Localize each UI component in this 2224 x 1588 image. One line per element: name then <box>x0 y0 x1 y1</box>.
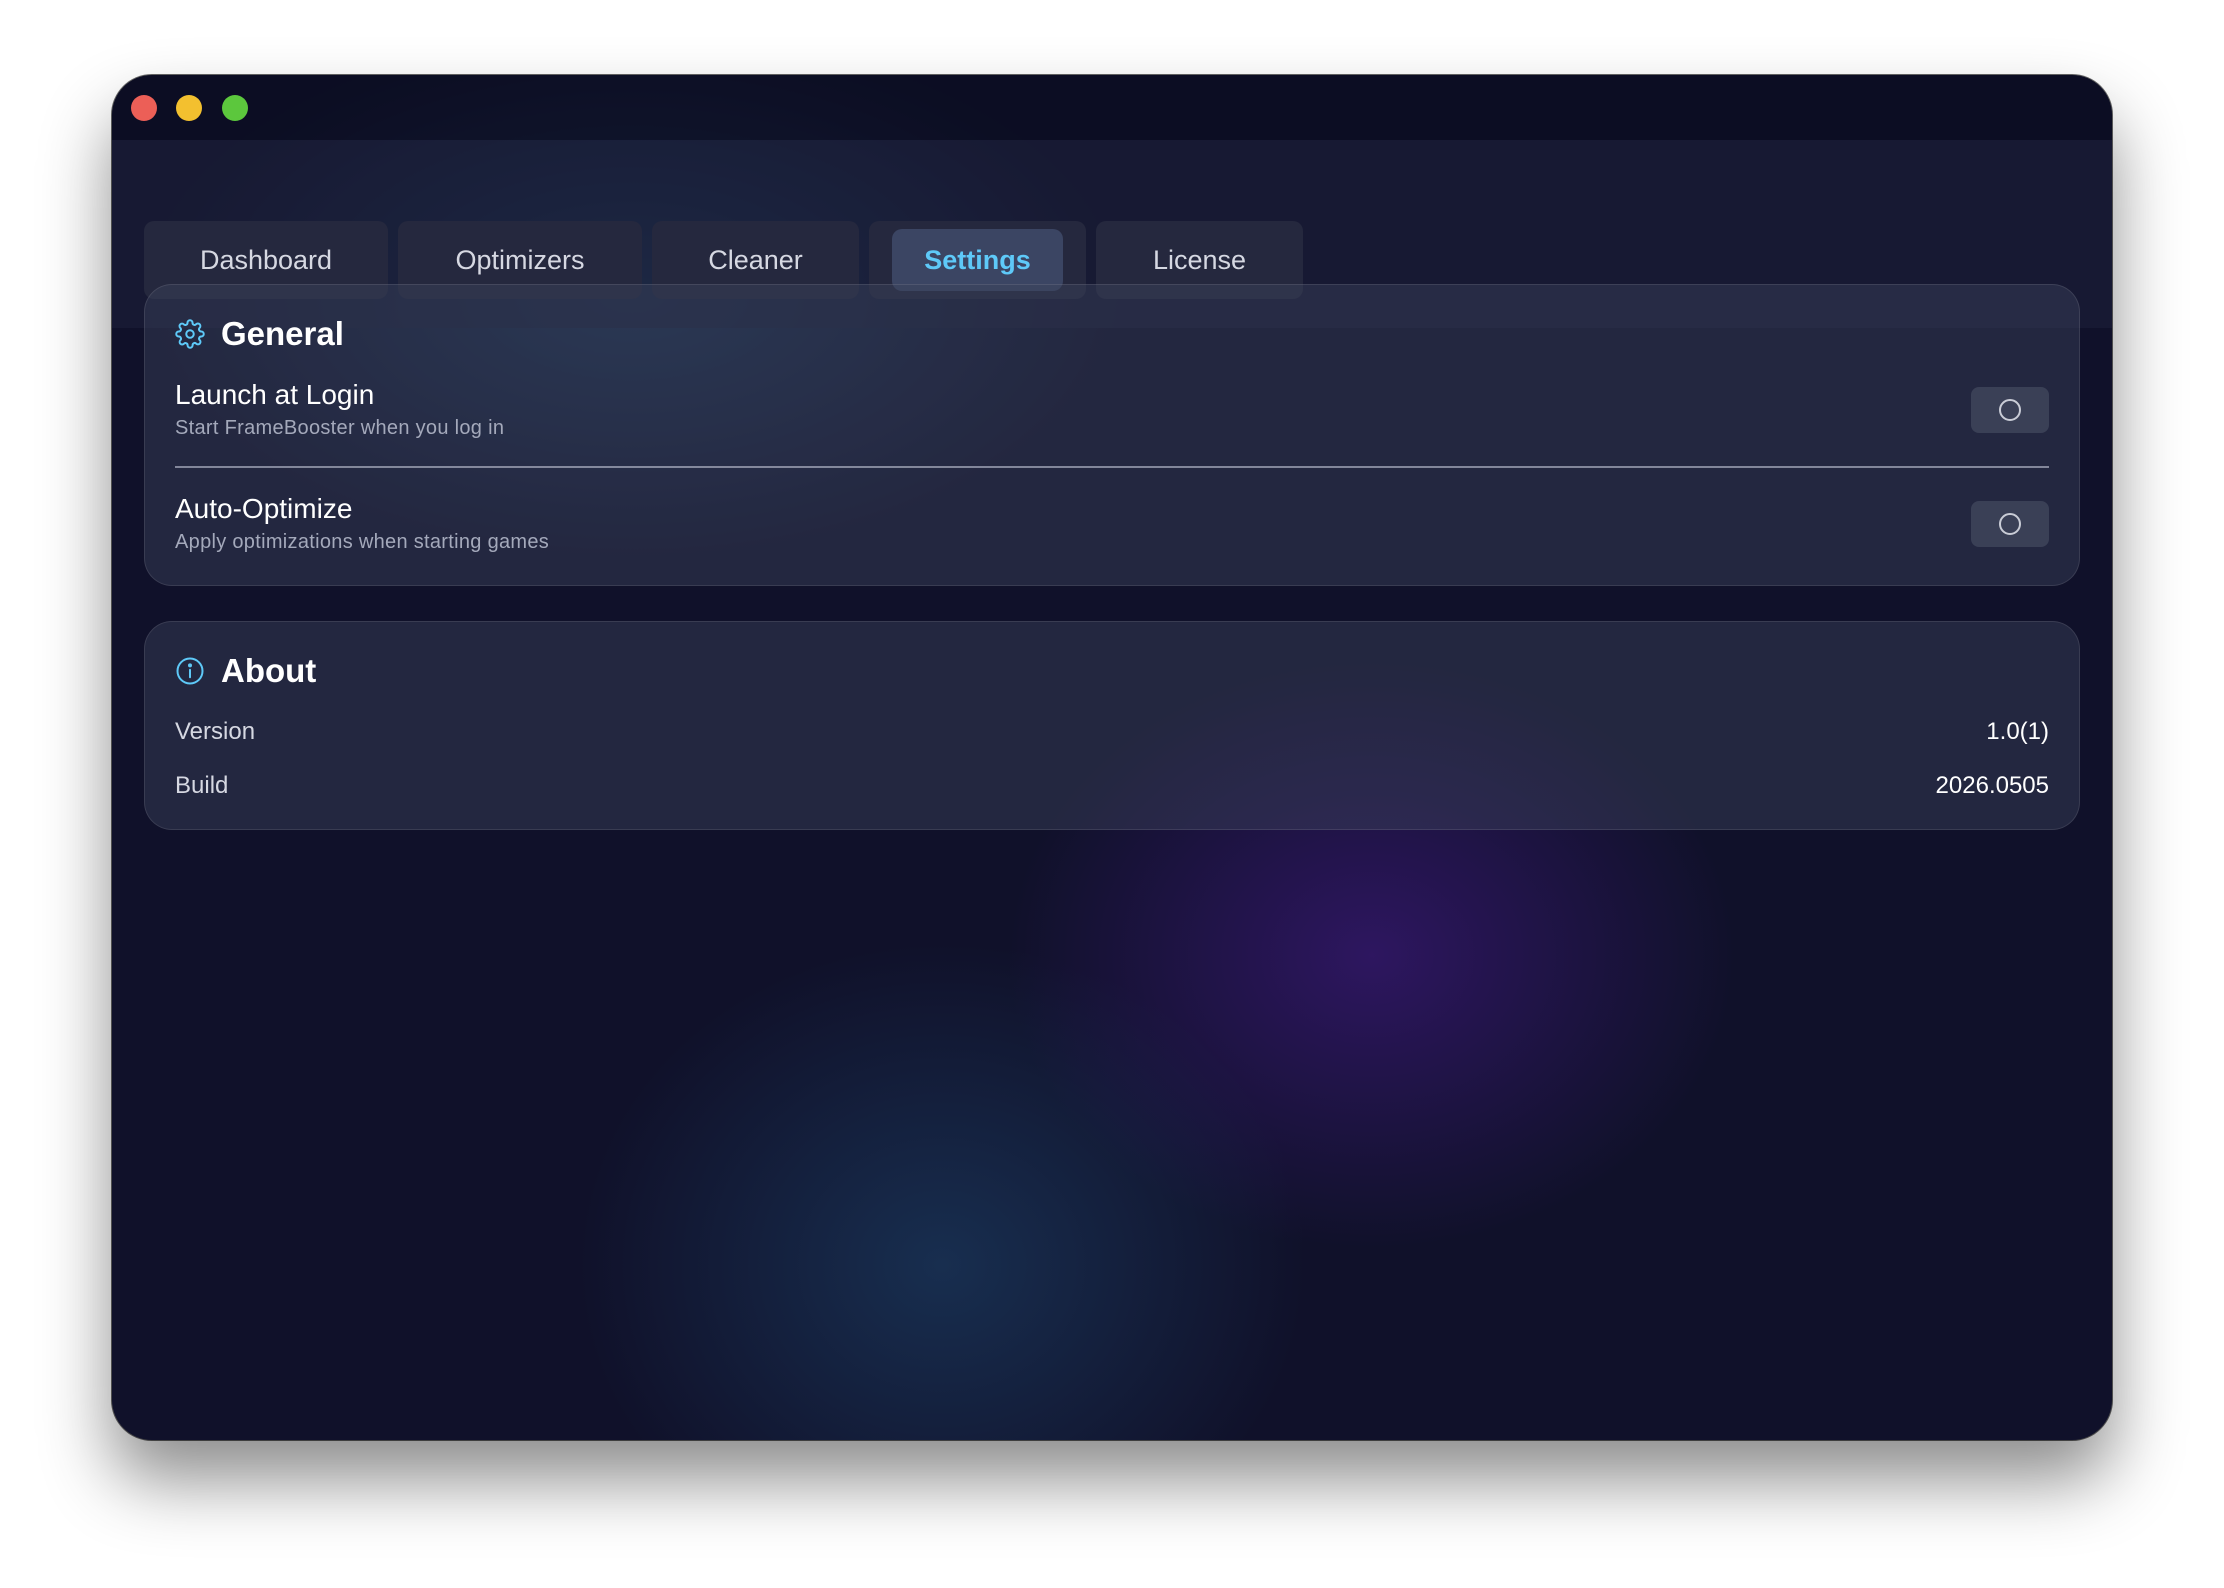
info-icon <box>175 656 205 686</box>
title-bar <box>112 75 2112 140</box>
auto-optimize-title: Auto-Optimize <box>175 493 353 524</box>
tab-label: Dashboard <box>199 244 333 275</box>
tab-label: Settings <box>892 229 1063 291</box>
general-header: General <box>175 315 344 353</box>
tab-label: Cleaner <box>708 244 803 275</box>
tab-label: Optimizers <box>455 244 585 275</box>
launch-at-login-toggle[interactable] <box>1971 387 2049 433</box>
app-window: Dashboard Optimizers Cleaner Settings Li… <box>112 75 2112 1440</box>
toggle-knob <box>1999 399 2021 421</box>
minimize-window-button[interactable] <box>176 95 202 121</box>
zoom-window-button[interactable] <box>222 95 248 121</box>
build-value: 2026.0505 <box>1935 772 2049 799</box>
launch-at-login-subtitle: Start FrameBooster when you log in <box>175 417 505 439</box>
auto-optimize-toggle[interactable] <box>1971 501 2049 547</box>
about-section: About Version 1.0(1) Build 2026.0505 <box>144 621 2080 830</box>
close-window-button[interactable] <box>131 95 157 121</box>
section-title: About <box>221 652 317 689</box>
toggle-knob <box>1999 513 2021 535</box>
divider <box>175 466 2049 468</box>
about-header: About <box>175 652 316 690</box>
tab-label: License <box>1152 244 1247 275</box>
section-title: General <box>221 315 344 352</box>
version-value: 1.0(1) <box>1986 718 2049 745</box>
version-label: Version <box>175 718 256 745</box>
build-label: Build <box>175 772 229 799</box>
general-section: General Launch at Login Start FrameBoost… <box>144 284 2080 586</box>
auto-optimize-subtitle: Apply optimizations when starting games <box>175 531 550 553</box>
gear-icon <box>175 319 205 349</box>
launch-at-login-title: Launch at Login <box>175 379 375 410</box>
